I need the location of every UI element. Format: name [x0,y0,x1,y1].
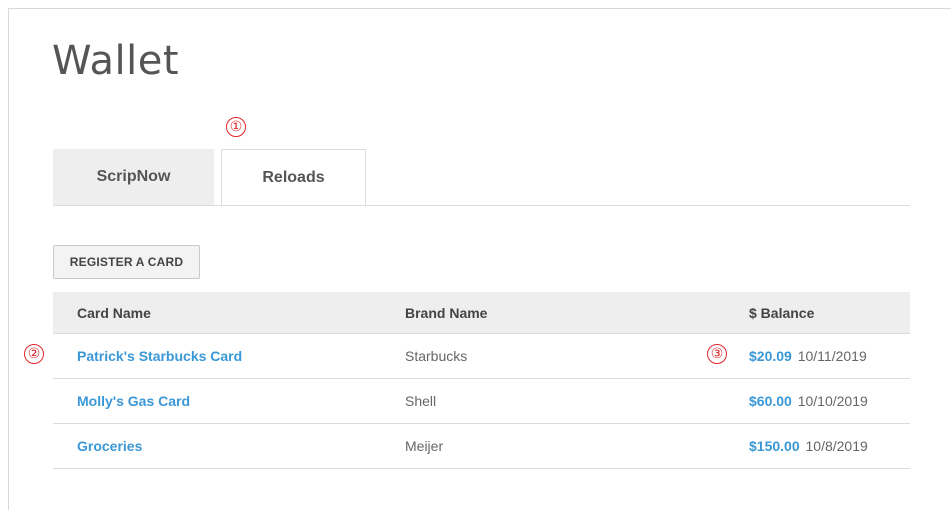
tabs-divider [53,205,910,206]
cards-table: Card Name Brand Name $ Balance Patrick's… [53,292,910,469]
balance-link[interactable]: $150.00 [749,438,800,454]
balance-link[interactable]: $20.09 [749,348,792,364]
column-header-card-name[interactable]: Card Name [77,305,151,321]
brand-name: Meijer [405,438,444,454]
card-name-link[interactable]: Groceries [77,438,142,454]
page-title: Wallet [52,38,180,84]
table-row: Groceries Meijer $150.00 10/8/2019 [53,424,910,469]
balance-date: 10/10/2019 [797,393,868,409]
table-row: Patrick's Starbucks Card Starbucks $20.0… [53,334,910,379]
balance-cell: $60.00 10/10/2019 [749,393,868,409]
card-name-link[interactable]: Patrick's Starbucks Card [77,348,242,364]
register-card-button[interactable]: REGISTER A CARD [53,245,200,279]
brand-name: Starbucks [405,348,468,364]
balance-date: 10/8/2019 [805,438,868,454]
table-header: Card Name Brand Name $ Balance [53,292,910,334]
annotation-marker-1: ① [226,117,246,137]
column-header-brand-name[interactable]: Brand Name [405,305,487,321]
balance-date: 10/11/2019 [797,348,867,364]
tab-scripnow[interactable]: ScripNow [53,149,214,205]
balance-cell: $150.00 10/8/2019 [749,438,868,454]
brand-name: Shell [405,393,437,409]
card-name-link[interactable]: Molly's Gas Card [77,393,190,409]
balance-cell: $20.09 10/11/2019 [749,348,867,364]
tab-reloads[interactable]: Reloads [221,149,366,206]
balance-link[interactable]: $60.00 [749,393,792,409]
table-row: Molly's Gas Card Shell $60.00 10/10/2019 [53,379,910,424]
column-header-balance[interactable]: $ Balance [749,305,814,321]
annotation-marker-2: ② [24,344,44,364]
